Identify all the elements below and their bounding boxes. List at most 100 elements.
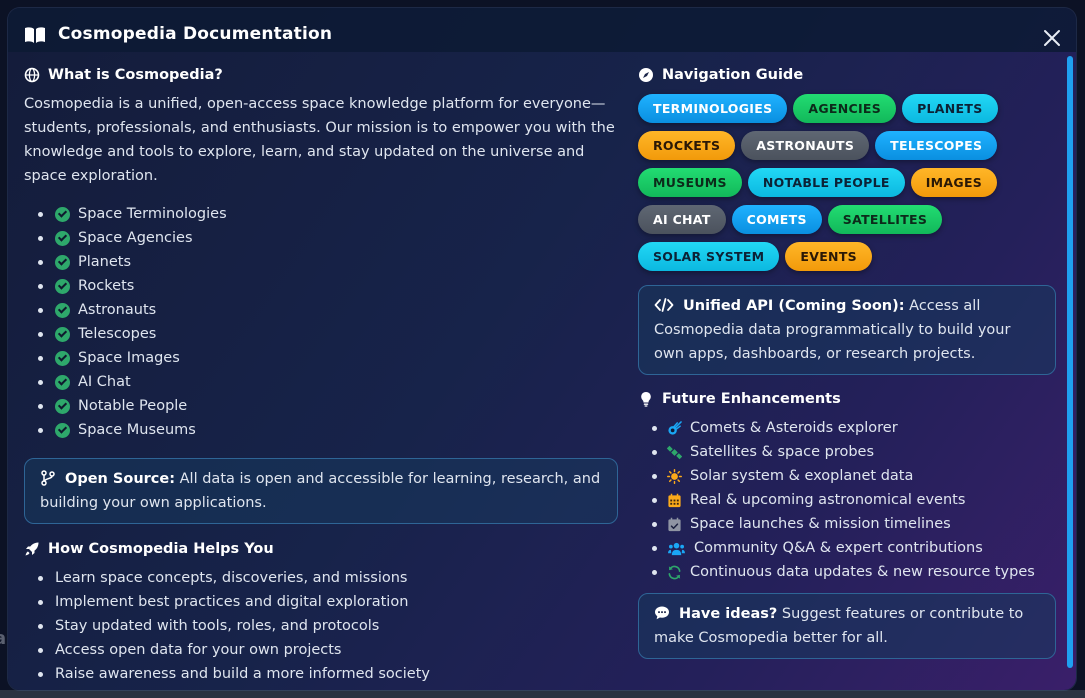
open-source-label: Open Source:: [65, 471, 176, 487]
list-item-text: Access open data for your own projects: [55, 642, 342, 658]
check-circle-icon: [55, 350, 70, 366]
list-item-text: Learn space concepts, discoveries, and m…: [55, 570, 408, 586]
helps-list: Learn space concepts, discoveries, and m…: [24, 566, 618, 686]
bullet: [652, 497, 657, 503]
bullet: [652, 569, 657, 575]
future-title-text: Future Enhancements: [662, 391, 841, 407]
chip-astronauts[interactable]: Astronauts: [741, 131, 870, 160]
bullet: [652, 545, 657, 551]
check-circle-icon: [55, 326, 70, 342]
chip-comets[interactable]: Comets: [731, 205, 822, 234]
sun-icon: [667, 468, 682, 484]
list-item: AI Chat: [38, 370, 618, 394]
feature-list: Space Terminologies Space Agencies Plane…: [24, 202, 618, 442]
list-item-text: Raise awareness and build a more informe…: [55, 666, 430, 682]
list-item-text: Space Museums: [78, 422, 196, 438]
list-item-text: Solar system & exoplanet data: [690, 468, 914, 484]
bullet: [652, 473, 657, 479]
bullet: [38, 307, 43, 313]
close-icon[interactable]: [1042, 28, 1062, 48]
modal-header: Cosmopedia Documentation: [8, 8, 1076, 52]
api-label: Unified API (Coming Soon):: [683, 298, 905, 314]
chip-telescopes[interactable]: Telescopes: [875, 131, 998, 160]
check-circle-icon: [55, 206, 70, 222]
chip-events[interactable]: Events: [785, 242, 872, 271]
chip-terminologies[interactable]: Terminologies: [638, 94, 788, 123]
backdrop-bar: [0, 690, 1085, 698]
list-item: Real & upcoming astronomical events: [652, 488, 1056, 512]
list-item-text: Stay updated with tools, roles, and prot…: [55, 618, 380, 634]
open-source-box: Open Source: All data is open and access…: [24, 458, 618, 524]
what-title-text: What is Cosmopedia?: [48, 67, 223, 83]
list-item: Space Terminologies: [38, 202, 618, 226]
list-item-text: Space Agencies: [78, 230, 193, 246]
check-circle-icon: [55, 302, 70, 318]
compass-icon: [639, 68, 653, 82]
chip-ai-chat[interactable]: AI Chat: [638, 205, 726, 234]
check-circle-icon: [55, 278, 70, 294]
modal-title: Cosmopedia Documentation: [58, 24, 333, 44]
bullet: [38, 379, 43, 385]
list-item: Raise awareness and build a more informe…: [38, 662, 618, 686]
list-item: Solar system & exoplanet data: [652, 464, 1056, 488]
book-open-icon: [25, 27, 45, 43]
list-item: Community Q&A & expert contributions: [652, 536, 1056, 560]
navigation-title-text: Navigation Guide: [662, 67, 804, 83]
list-item-text: Telescopes: [78, 326, 157, 342]
bullet: [652, 521, 657, 527]
navigation-section-title: Navigation Guide: [638, 62, 1056, 88]
list-item: Stay updated with tools, roles, and prot…: [38, 614, 618, 638]
chip-images[interactable]: Images: [910, 168, 998, 197]
bullet: [38, 647, 43, 653]
list-item: Space Museums: [38, 418, 618, 442]
future-list: Comets & Asteroids explorer Satellites &…: [638, 416, 1056, 584]
navigation-chips: Terminologies Agencies Planets Rockets A…: [638, 94, 1058, 271]
ideas-label: Have ideas?: [679, 606, 778, 622]
code-icon: [654, 298, 674, 312]
bullet: [38, 599, 43, 605]
satellite-icon: [667, 445, 682, 459]
list-item: Satellites & space probes: [652, 440, 1056, 464]
comment-dots-icon: [655, 606, 669, 620]
bullet: [652, 449, 657, 455]
backdrop-text-fragment: a: [0, 628, 7, 649]
list-item-text: Space Images: [78, 350, 180, 366]
bullet: [38, 671, 43, 677]
list-item-text: Space launches & mission timelines: [690, 516, 951, 532]
chip-notable-people[interactable]: Notable People: [747, 168, 905, 197]
chip-rockets[interactable]: Rockets: [638, 131, 736, 160]
users-icon: [668, 542, 685, 555]
globe-icon: [24, 67, 40, 83]
check-circle-icon: [55, 230, 70, 246]
list-item: Space launches & mission timelines: [652, 512, 1056, 536]
list-item: Planets: [38, 250, 618, 274]
chip-planets[interactable]: Planets: [902, 94, 998, 123]
bullet: [38, 403, 43, 409]
chip-satellites[interactable]: Satellites: [827, 205, 943, 234]
list-item-text: Space Terminologies: [78, 206, 227, 222]
chip-solar-system[interactable]: Solar System: [638, 242, 780, 271]
scrollbar-thumb[interactable]: [1067, 56, 1073, 668]
bullet: [38, 259, 43, 265]
bullet: [38, 283, 43, 289]
comet-icon: [668, 420, 682, 435]
list-item: Access open data for your own projects: [38, 638, 618, 662]
list-item: Implement best practices and digital exp…: [38, 590, 618, 614]
list-item: Space Agencies: [38, 226, 618, 250]
list-item-text: Implement best practices and digital exp…: [55, 594, 409, 610]
chip-museums[interactable]: Museums: [638, 168, 742, 197]
check-circle-icon: [55, 374, 70, 390]
refresh-icon: [668, 565, 681, 579]
bullet: [38, 623, 43, 629]
list-item-text: Astronauts: [78, 302, 157, 318]
list-item-text: AI Chat: [78, 374, 131, 390]
bullet: [38, 211, 43, 217]
chip-agencies[interactable]: Agencies: [793, 94, 897, 123]
api-box: Unified API (Coming Soon): Access all Co…: [638, 285, 1056, 375]
bullet: [652, 425, 657, 431]
helps-section-title: How Cosmopedia Helps You: [24, 536, 618, 562]
list-item: Learn space concepts, discoveries, and m…: [38, 566, 618, 590]
bullet: [38, 355, 43, 361]
list-item-text: Rockets: [78, 278, 135, 294]
bullet: [38, 427, 43, 433]
